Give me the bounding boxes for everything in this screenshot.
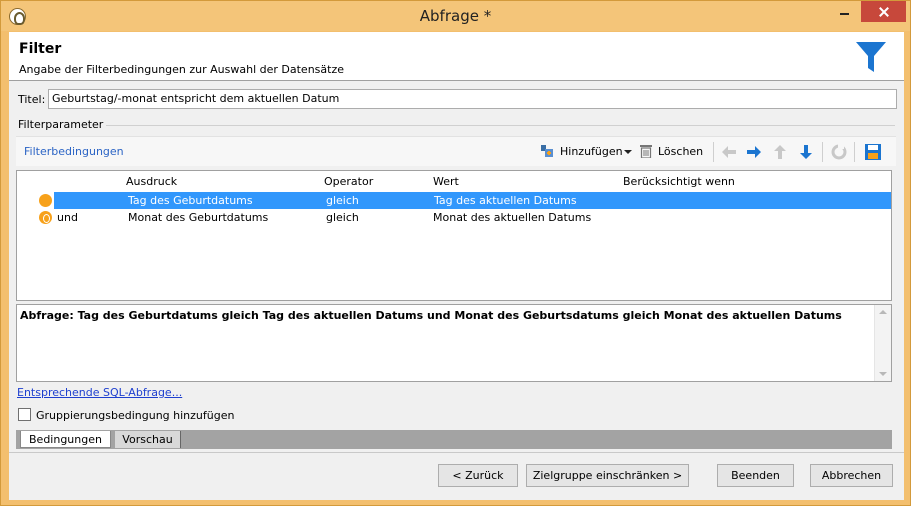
grid-header: Ausdruck Operator Wert Berücksichtigt we… [17,171,891,191]
add-button[interactable]: Hinzufügen [534,142,632,162]
window-title: Abfrage * [419,7,492,25]
save-icon[interactable] [864,144,882,160]
group-divider [99,125,895,126]
chevron-down-icon[interactable] [624,150,632,154]
arrow-left-icon[interactable] [720,144,738,160]
row-connector: und [57,211,78,224]
grouping-checkbox-label[interactable]: Gruppierungsbedingung hinzufügen [36,409,234,422]
delete-label: Löschen [658,145,704,158]
sql-query-link[interactable]: Entsprechende SQL-Abfrage... [17,386,182,399]
table-row[interactable]: Tag des Geburtdatums gleich Tag des aktu… [17,192,891,209]
wizard-header: Filter Angabe der Filterbedingungen zur … [9,32,904,81]
title-bar[interactable]: Abfrage * [1,1,910,31]
tab-bar: Bedingungen Vorschau [16,430,892,449]
tab-conditions[interactable]: Bedingungen [20,431,111,448]
conditions-grid[interactable]: Ausdruck Operator Wert Berücksichtigt we… [16,170,892,301]
query-summary[interactable]: Abfrage: Tag des Geburtdatums gleich Tag… [16,304,892,382]
arrow-right-icon[interactable] [745,144,763,160]
back-button[interactable]: < Zurück [438,464,518,487]
cancel-button[interactable]: Abbrechen [810,464,893,487]
scroll-down-icon[interactable] [879,372,887,376]
finish-button[interactable]: Beenden [717,464,794,487]
table-row[interactable]: und Monat des Geburtdatums gleich Monat … [17,209,891,226]
column-header[interactable]: Ausdruck [126,175,177,188]
title-input[interactable]: Geburtstag/-monat entspricht dem aktuell… [48,89,897,109]
arrow-down-icon[interactable] [797,144,815,160]
row-value: Monat des aktuellen Datums [433,211,592,224]
arrow-up-icon[interactable] [771,144,789,160]
close-button[interactable] [861,1,906,22]
vertical-scrollbar[interactable] [874,305,891,381]
delete-button[interactable]: Löschen [638,142,710,162]
filter-parameters-label: Filterparameter [18,118,107,131]
condition-link-icon [39,211,52,224]
add-condition-icon [541,145,553,157]
toolbar-separator [854,142,855,162]
row-operator: gleich [326,211,359,224]
title-label: Titel: [18,93,46,106]
refresh-icon[interactable] [830,144,848,160]
toolbar-title: Filterbedingungen [24,145,124,158]
toolbar-separator [713,142,714,162]
column-header[interactable]: Wert [433,175,459,188]
funnel-icon [856,42,886,72]
row-expression: Monat des Geburtdatums [128,211,269,224]
add-label: Hinzufügen [560,145,623,158]
toolbar-separator [822,142,823,162]
row-expression: Tag des Geburtdatums [128,194,253,207]
tab-preview[interactable]: Vorschau [115,431,181,448]
next-button[interactable]: Zielgruppe einschränken > [526,464,689,487]
scroll-up-icon[interactable] [879,310,887,314]
page-subtitle: Angabe der Filterbedingungen zur Auswahl… [19,63,344,76]
trash-icon [640,145,652,158]
conditions-toolbar: Filterbedingungen Hinzufügen Löschen [16,136,896,166]
condition-icon [39,194,52,207]
dialog-window: Abfrage * Filter Angabe der Filterbeding… [0,0,911,506]
footer-divider [9,452,904,453]
page-title: Filter [19,41,62,57]
dialog-client: Filter Angabe der Filterbedingungen zur … [9,32,904,500]
column-header[interactable]: Berücksichtigt wenn [623,175,735,188]
row-operator: gleich [326,194,359,207]
query-text: Abfrage: Tag des Geburtdatums gleich Tag… [20,309,842,322]
minimize-button[interactable] [831,1,857,22]
grouping-checkbox[interactable] [18,408,31,421]
column-header[interactable]: Operator [324,175,373,188]
row-value: Tag des aktuellen Datums [434,194,577,207]
